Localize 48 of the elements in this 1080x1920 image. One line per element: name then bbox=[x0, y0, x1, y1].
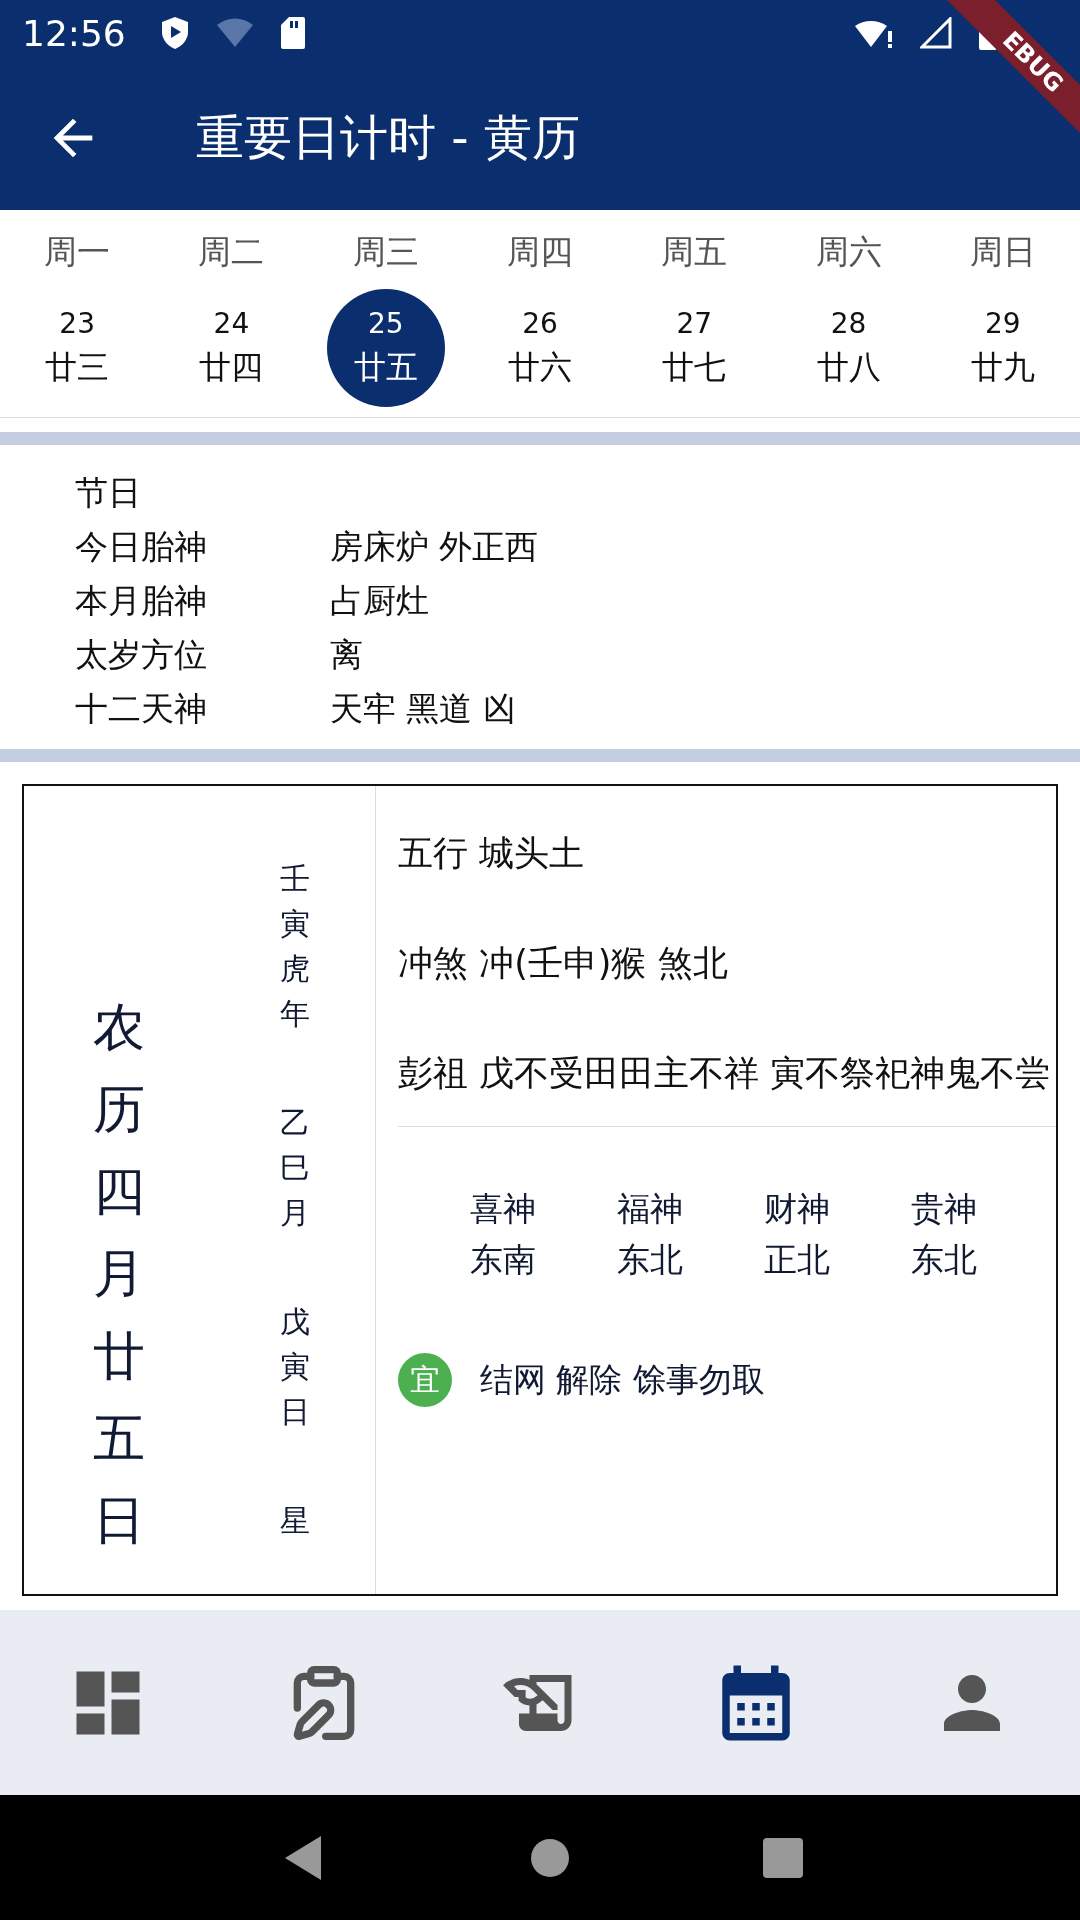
almanac-detail: 冲煞 冲(壬申)猴 煞北 bbox=[398, 942, 729, 985]
god-direction: 正北 bbox=[764, 1239, 831, 1281]
shield-play-icon bbox=[159, 16, 190, 50]
god-name: 贵神 bbox=[911, 1188, 978, 1230]
weekday-label: 周日 bbox=[969, 231, 1036, 273]
weekday-label: 周四 bbox=[507, 231, 573, 273]
god-name: 财神 bbox=[764, 1188, 831, 1230]
ganzhi-text: 星 bbox=[279, 1502, 310, 1540]
date-button[interactable]: 23 廿三 bbox=[18, 289, 137, 407]
weekday-label: 周三 bbox=[352, 231, 419, 273]
activity-text: 结网 解除 馀事勿取 bbox=[480, 1358, 765, 1401]
info-label: 节日 bbox=[75, 472, 142, 514]
weekday-label: 周五 bbox=[661, 231, 728, 273]
info-value: 占厨灶 bbox=[330, 580, 430, 622]
ganzhi-text: 戊寅日 bbox=[279, 1303, 310, 1431]
almanac-detail: 彭祖 戊不受田田主不祥 寅不祭祀神鬼不尝 bbox=[398, 1052, 1052, 1095]
info-value: 天牢 黑道 凶 bbox=[330, 688, 517, 730]
god-name: 喜神 bbox=[470, 1188, 537, 1230]
recents-icon[interactable] bbox=[763, 1837, 804, 1878]
date-button[interactable]: 28 廿八 bbox=[789, 289, 908, 407]
activity-badge: 宜 bbox=[398, 1353, 452, 1407]
signal-icon bbox=[920, 17, 952, 49]
ganzhi-text: 壬寅虎年 bbox=[279, 860, 310, 1033]
weekday-label: 周六 bbox=[815, 231, 882, 273]
ganzhi-text: 乙巳月 bbox=[279, 1104, 310, 1232]
info-value: 离 bbox=[330, 634, 364, 676]
god-name: 福神 bbox=[617, 1188, 684, 1230]
weekday-label: 周一 bbox=[44, 231, 111, 273]
date-button[interactable]: 24 廿四 bbox=[172, 289, 291, 407]
lunar-date: 农历四月廿五日 bbox=[93, 996, 145, 1552]
god-direction: 东南 bbox=[470, 1239, 537, 1281]
info-label: 本月胎神 bbox=[75, 580, 208, 622]
date-button[interactable]: 26 廿六 bbox=[481, 289, 599, 407]
info-label: 太岁方位 bbox=[75, 634, 208, 676]
home-icon[interactable] bbox=[530, 1837, 570, 1878]
god-direction: 东北 bbox=[617, 1239, 684, 1281]
date-button[interactable]: 29 廿九 bbox=[943, 289, 1062, 407]
date-button[interactable]: 25 廿五 bbox=[326, 289, 445, 407]
weekday-label: 周二 bbox=[198, 231, 265, 273]
app-title: 重要日计时 - 黄历 bbox=[196, 108, 580, 167]
date-button[interactable]: 27 廿七 bbox=[635, 289, 754, 407]
info-label: 今日胎神 bbox=[75, 526, 208, 568]
status-time: 12:56 bbox=[22, 12, 126, 54]
sd-card-icon bbox=[279, 16, 306, 50]
info-label: 十二天神 bbox=[75, 688, 208, 730]
god-direction: 东北 bbox=[911, 1239, 978, 1281]
almanac-detail: 五行 城头土 bbox=[398, 832, 586, 875]
info-value: 房床炉 外正西 bbox=[330, 526, 540, 568]
